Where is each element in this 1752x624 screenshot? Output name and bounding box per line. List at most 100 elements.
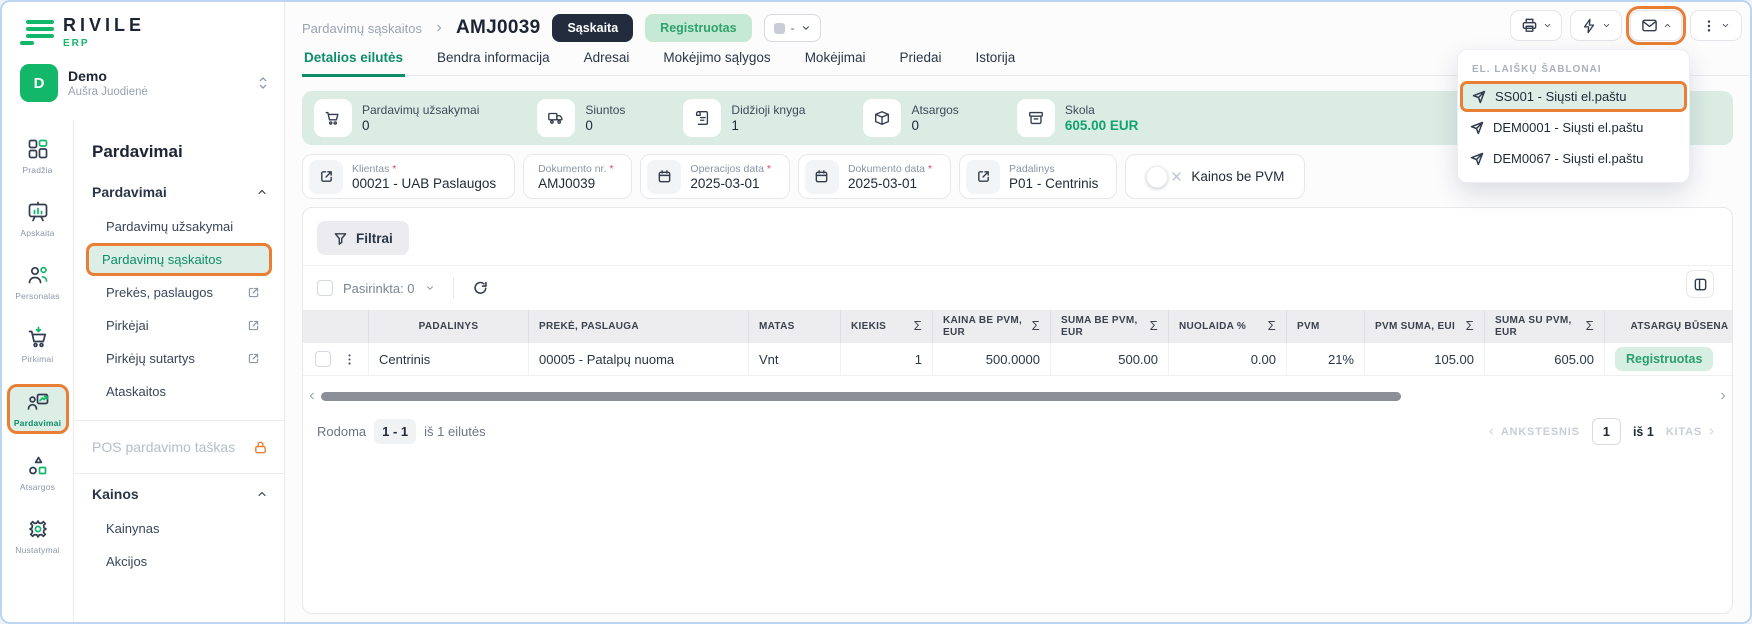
send-icon — [1470, 152, 1484, 166]
rivile-logo-icon — [20, 16, 54, 45]
current-page[interactable]: 1 — [1592, 418, 1621, 445]
tab-bendra-informacija[interactable]: Bendra informacija — [435, 46, 552, 75]
tab-mokejimai[interactable]: Mokėjimai — [803, 46, 868, 75]
scroll-left-icon[interactable] — [307, 391, 317, 401]
header-atsargu-busena[interactable]: ATSARGŲ BŪSENA — [1605, 310, 1733, 343]
printer-icon — [1521, 17, 1538, 34]
submenu-item-pirkejai[interactable]: Pirkėjai — [90, 309, 270, 342]
tab-detalios-eilutes[interactable]: Detalios eilutės — [302, 46, 405, 77]
sum-icon[interactable]: Σ — [1466, 319, 1474, 334]
submenu-item-prekes-paslaugos[interactable]: Prekės, paslaugos — [90, 276, 270, 309]
row-status-badge: Registruotas — [1615, 347, 1713, 371]
kebab-menu-icon[interactable] — [343, 353, 356, 366]
email-template-dem0067[interactable]: DEM0067 - Siųsti el.paštu — [1458, 143, 1689, 174]
scrollbar-thumb[interactable] — [321, 392, 1401, 401]
row-checkbox[interactable] — [315, 351, 331, 367]
cell-busena: Registruotas — [1605, 343, 1733, 375]
header-kaina-be-pvm[interactable]: KAINA BE PVM, EURΣ — [933, 310, 1051, 343]
select-all-checkbox[interactable] — [317, 280, 333, 296]
operacijos-data-field[interactable]: Operacijos data * 2025-03-01 — [640, 154, 790, 199]
print-button[interactable] — [1510, 10, 1562, 41]
tab-istorija[interactable]: Istorija — [973, 46, 1017, 75]
sum-icon[interactable]: Σ — [1032, 319, 1040, 334]
people-icon — [26, 263, 50, 287]
rail-item-atsargos[interactable]: Atsargos — [7, 449, 69, 497]
summary-card-uzsakymai[interactable]: Pardavimų užsakymai 0 — [314, 99, 479, 137]
sidebar: RIVILE ERP D Demo Aušra Juodienė — [2, 2, 285, 622]
refresh-icon[interactable] — [472, 280, 489, 297]
summary-card-atsargos[interactable]: Atsargos 0 — [863, 99, 958, 137]
sum-icon[interactable]: Σ — [1150, 319, 1158, 334]
automation-button[interactable] — [1570, 10, 1622, 41]
submenu-item-pardavimu-saskaitos[interactable]: Pardavimų sąskaitos — [86, 243, 272, 276]
horizontal-scrollbar[interactable] — [307, 389, 1728, 403]
submenu-item-pos-locked[interactable]: POS pardavimo taškas — [90, 433, 270, 461]
chevron-up-icon — [256, 488, 268, 500]
email-button[interactable] — [1630, 10, 1682, 41]
summary-card-siuntos[interactable]: Siuntos 0 — [537, 99, 625, 137]
rail-item-apskaita[interactable]: Apskaita — [7, 195, 69, 243]
header-preke-paslauga[interactable]: PREKĖ, PASLAUGA — [529, 310, 749, 343]
tab-adresai[interactable]: Adresai — [582, 46, 632, 75]
sum-icon[interactable]: Σ — [1268, 319, 1276, 334]
breadcrumb[interactable]: Pardavimų sąskaitos — [302, 21, 422, 36]
account-switcher[interactable]: D Demo Aušra Juodienė — [20, 64, 270, 102]
header-suma-be-pvm[interactable]: SUMA BE PVM, EURΣ — [1051, 310, 1169, 343]
account-user: Aušra Juodienė — [68, 86, 148, 98]
header-pvm-suma[interactable]: PVM SUMA, EUIΣ — [1365, 310, 1485, 343]
sum-icon[interactable]: Σ — [1586, 319, 1594, 334]
app-window: RIVILE ERP D Demo Aušra Juodienė — [0, 0, 1752, 624]
chevron-up-icon — [1663, 21, 1672, 30]
header-kiekis[interactable]: KIEKISΣ — [841, 310, 933, 343]
header-padalinys[interactable]: PADALINYS — [369, 310, 529, 343]
column-settings-button[interactable] — [1686, 270, 1714, 298]
chevron-down-icon[interactable] — [425, 283, 435, 293]
truck-icon — [537, 99, 575, 137]
submenu-item-akcijos[interactable]: Akcijos — [90, 545, 270, 578]
dokumento-nr-field[interactable]: Dokumento nr. * AMJ0039 — [523, 154, 632, 199]
more-options-button[interactable] — [1690, 10, 1742, 41]
filters-button[interactable]: Filtrai — [317, 221, 409, 255]
submenu-title: Pardavimai — [92, 142, 270, 162]
archive-icon — [1017, 99, 1055, 137]
email-template-ss001[interactable]: SS001 - Siųsti el.paštu — [1460, 81, 1687, 112]
dokumento-data-field[interactable]: Dokumento data * 2025-03-01 — [798, 154, 951, 199]
sum-icon[interactable]: Σ — [914, 319, 922, 334]
switch-account-icon[interactable] — [256, 75, 270, 91]
tab-mokejimo-salygos[interactable]: Mokėjimo sąlygos — [661, 46, 772, 75]
previous-page-button[interactable]: ANKSTESNIS — [1487, 426, 1580, 438]
rail-item-nustatymai[interactable]: Nustatymai — [7, 512, 69, 560]
cell-kaina-be-pvm: 500.0000 — [933, 343, 1051, 375]
submenu-item-ataskaitos[interactable]: Ataskaitos — [90, 375, 270, 408]
external-link-icon — [247, 319, 260, 332]
header-nuolaida[interactable]: NUOLAIDA %Σ — [1169, 310, 1287, 343]
summary-card-skola[interactable]: Skola 605.00 EUR — [1017, 99, 1139, 137]
header-pvm[interactable]: PVM — [1287, 310, 1365, 343]
tab-priedai[interactable]: Priedai — [897, 46, 943, 75]
debt-value: 605.00 EUR — [1065, 118, 1139, 133]
submenu-group-kainos[interactable]: Kainos — [92, 486, 268, 502]
brand-logo[interactable]: RIVILE ERP — [20, 16, 145, 49]
email-template-dem0001[interactable]: DEM0001 - Siųsti el.paštu — [1458, 112, 1689, 143]
submenu-item-pardavimu-uzsakymai[interactable]: Pardavimų užsakymai — [90, 210, 270, 243]
header-suma-su-pvm[interactable]: SUMA SU PVM, EURΣ — [1485, 310, 1605, 343]
header-matas[interactable]: MATAS — [749, 310, 841, 343]
scroll-right-icon[interactable] — [1718, 391, 1728, 401]
table-row[interactable]: Centrinis 00005 - Patalpų nuoma Vnt 1 50… — [303, 343, 1733, 376]
next-page-button[interactable]: KITAS — [1666, 426, 1716, 438]
avatar: D — [20, 64, 58, 102]
rail-item-pirkimai[interactable]: Pirkimai — [7, 321, 69, 369]
submenu-item-kainynas[interactable]: Kainynas — [90, 512, 270, 545]
toggle-off-switch[interactable] — [1146, 166, 1181, 188]
rail-item-pradzia[interactable]: Pradžia — [7, 132, 69, 180]
rail-item-pardavimai[interactable]: Pardavimai — [7, 384, 69, 434]
summary-card-didzioji-knyga[interactable]: Didžioji knyga 1 — [683, 99, 805, 137]
lines-table: PADALINYS PREKĖ, PASLAUGA MATAS KIEKISΣ … — [303, 310, 1733, 376]
padalinys-field[interactable]: Padalinys P01 - Centrinis — [959, 154, 1117, 199]
lock-icon — [253, 440, 268, 455]
submenu-item-pirkeju-sutartys[interactable]: Pirkėjų sutartys — [90, 342, 270, 375]
status-mini-dropdown[interactable]: - — [764, 14, 821, 42]
rail-item-personalas[interactable]: Personalas — [7, 258, 69, 306]
klientas-field[interactable]: Klientas * 00021 - UAB Paslaugos — [302, 154, 515, 199]
submenu-group-pardavimai[interactable]: Pardavimai — [92, 184, 268, 200]
